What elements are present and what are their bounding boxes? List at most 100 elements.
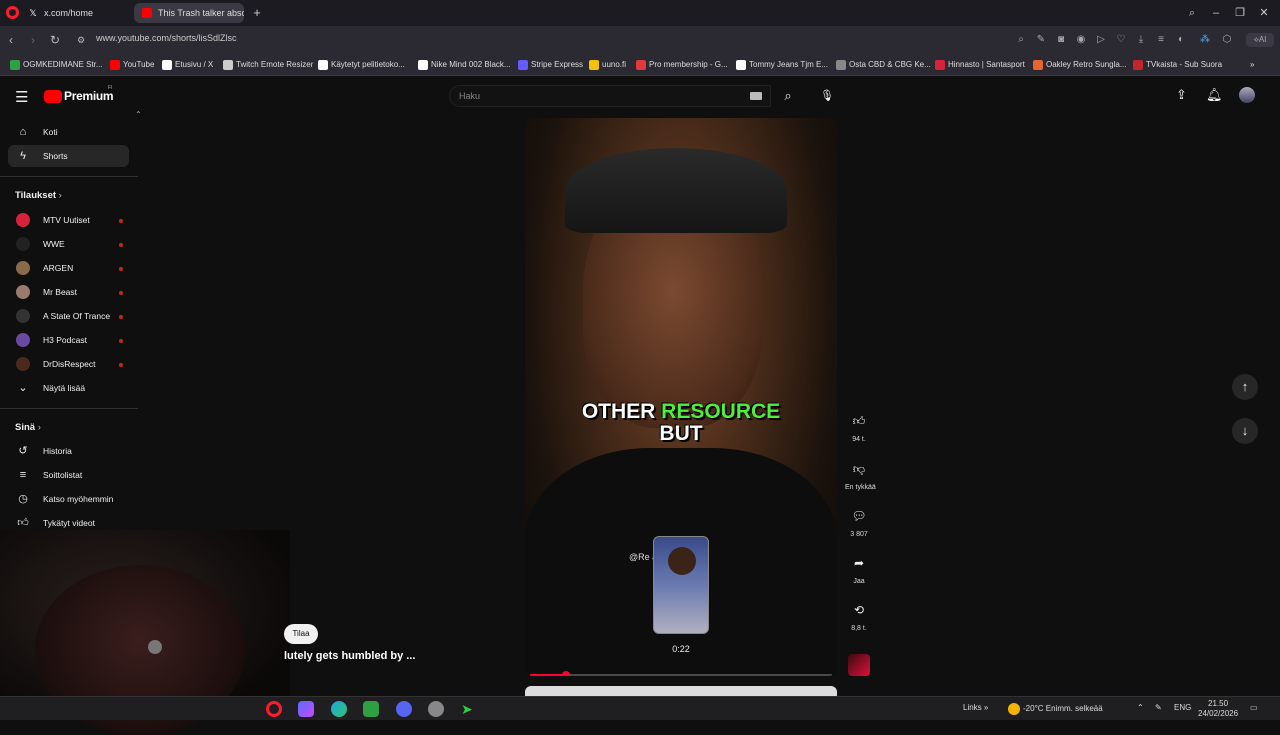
cube-icon[interactable]: ⬡ <box>1220 33 1234 47</box>
bookmarks-overflow-icon[interactable]: » <box>1250 58 1254 72</box>
search-button[interactable]: ⌕ <box>772 85 804 107</box>
sidebar-item-label: Näytä lisää <box>43 383 86 393</box>
bookmark-item[interactable]: Stripe Express <box>518 58 583 72</box>
sidebar-item-subscription[interactable]: H3 Podcast <box>8 329 129 351</box>
bookmark-label: Etusivu / X <box>175 60 214 69</box>
camera-icon[interactable]: ◙ <box>1054 33 1068 47</box>
like-button[interactable]: 👍︎ 94 t. <box>845 408 873 443</box>
sound-thumbnail[interactable] <box>848 654 870 676</box>
progress-scrubber-handle[interactable] <box>562 671 571 676</box>
comments-button[interactable]: 💬︎ 3 807 <box>845 503 873 538</box>
app-taskbar-icon[interactable]: ➤ <box>461 701 477 717</box>
play-icon[interactable]: ▷ <box>1094 33 1108 47</box>
clock[interactable]: 21.50 24/02/2026 <box>1198 699 1238 719</box>
forward-button[interactable]: › <box>24 31 42 49</box>
edge-taskbar-icon[interactable] <box>331 701 347 717</box>
sidebar-item-watch-later[interactable]: ◷ Katso myöhemmin <box>8 488 129 510</box>
sidebar-item-playlists[interactable]: ≡ Soittolistat <box>8 464 129 486</box>
bookmark-item[interactable]: Nike Mind 002 Black... <box>418 58 511 72</box>
bookmark-icon <box>223 60 233 70</box>
avatar[interactable] <box>1239 87 1255 103</box>
opera-taskbar-icon[interactable] <box>266 701 282 717</box>
ai-icon[interactable]: ⟡AI <box>1246 33 1274 47</box>
voice-search-button[interactable]: 🎙︎ <box>816 85 838 107</box>
language-indicator[interactable]: ENG <box>1174 703 1191 712</box>
tab-youtube-short[interactable]: This Trash talker absolu <box>134 3 244 23</box>
minimize-button[interactable]: – <box>1207 4 1225 22</box>
edit-icon[interactable]: ✎ <box>1034 33 1048 47</box>
you-header[interactable]: Sinä › <box>15 422 41 433</box>
discord-taskbar-icon[interactable] <box>396 701 412 717</box>
back-button[interactable]: ‹ <box>2 31 20 49</box>
remix-button[interactable]: ⟲ 8,8 t. <box>845 597 873 632</box>
bookmark-icon <box>10 60 20 70</box>
remix-count: 8,8 t. <box>851 625 867 632</box>
bookmark-item[interactable]: Käytetyt pelitietoko... <box>318 58 405 72</box>
search-input[interactable]: Haku <box>449 85 771 107</box>
tray-overflow-icon[interactable]: ⌃ <box>1137 703 1144 712</box>
sidebar-item-subscription[interactable]: A State Of Trance <box>8 305 129 327</box>
subscribe-button[interactable]: Tilaa <box>284 624 318 644</box>
weather-text: -20°C Enimm. selkeää <box>1023 704 1103 714</box>
bookmark-icon <box>1033 60 1043 70</box>
sidebar-item-subscription[interactable]: Mr Beast <box>8 281 129 303</box>
upload-icon[interactable]: ⇪ <box>1176 87 1187 103</box>
notifications-bell-icon[interactable]: 🔔︎ <box>1206 87 1223 103</box>
links-toolbar[interactable]: Links » <box>963 703 988 712</box>
weather-widget[interactable]: -20°C Enimm. selkeää <box>1008 703 1103 715</box>
previous-short-button[interactable]: ↑ <box>1232 374 1258 400</box>
sidebar-item-subscription[interactable]: WWE <box>8 233 129 255</box>
vpn-icon[interactable]: ◉ <box>1074 33 1088 47</box>
menu-icon[interactable]: ≡ <box>1154 33 1168 47</box>
tab-x-home[interactable]: 𝕏 x.com/home <box>20 3 130 23</box>
bookmark-item[interactable]: YouTube <box>110 58 154 72</box>
bookmark-label: Oakley Retro Sungla... <box>1046 60 1127 69</box>
home-icon: ⌂ <box>19 126 27 138</box>
sidebar-item-subscription[interactable]: MTV Uutiset <box>8 209 129 231</box>
heart-icon[interactable]: ♡ <box>1114 33 1128 47</box>
sidebar-item-subscription[interactable]: DrDisRespect <box>8 353 129 375</box>
sidebar-item-label: Shorts <box>43 151 68 161</box>
sidebar-collapse-icon[interactable]: ⌃ <box>135 110 142 119</box>
maximize-button[interactable]: ❐ <box>1231 4 1249 22</box>
bookmark-item[interactable]: Tommy Jeans Tjm E... <box>736 58 828 72</box>
account-icon[interactable]: ◐ <box>1174 33 1188 47</box>
bookmark-item[interactable]: OGMKEDIMANE Str... <box>10 58 103 72</box>
new-tab-button[interactable]: + <box>248 4 266 22</box>
bookmark-icon <box>589 60 599 70</box>
bookmark-item[interactable]: Etusivu / X <box>162 58 213 72</box>
download-icon[interactable]: ⤓ <box>1134 33 1148 47</box>
share-button[interactable]: ➦ Jaa <box>845 550 873 585</box>
bookmark-item[interactable]: uuno.fi <box>589 58 626 72</box>
url-field[interactable]: www.youtube.com/shorts/lisSdlZlsc <box>96 33 237 43</box>
site-info-icon[interactable]: ⚙ <box>72 31 90 49</box>
sidebar-item-history[interactable]: ↺ Historia <box>8 440 129 462</box>
bookmark-item[interactable]: Hinnasto | Santasport <box>935 58 1025 72</box>
progress-bar[interactable] <box>530 671 832 676</box>
sidebar-item-subscription[interactable]: ARGEN <box>8 257 129 279</box>
pen-icon[interactable]: ✎ <box>1155 703 1162 712</box>
search-icon[interactable]: ⌕ <box>1014 33 1028 47</box>
bookmark-item[interactable]: Twitch Emote Resizer <box>223 58 313 72</box>
keyboard-icon[interactable] <box>750 92 762 100</box>
opera-logo-icon[interactable] <box>6 6 19 19</box>
notifications-icon[interactable]: ▭ <box>1250 703 1258 712</box>
bookmark-item[interactable]: TVkaista - Sub Suora <box>1133 58 1222 72</box>
bookmark-item[interactable]: Pro membership - G... <box>636 58 728 72</box>
extension-icon[interactable]: ⁂ <box>1198 33 1212 47</box>
close-window-button[interactable]: ✕ <box>1255 4 1273 22</box>
app-taskbar-icon[interactable] <box>363 701 379 717</box>
bookmark-item[interactable]: Oakley Retro Sungla... <box>1033 58 1126 72</box>
subscriptions-header[interactable]: Tilaukset › <box>15 190 62 201</box>
sidebar-item-shorts[interactable]: ϟ Shorts <box>8 145 129 167</box>
show-more-button[interactable]: ⌄ Näytä lisää <box>8 377 129 399</box>
sidebar-item-home[interactable]: ⌂ Koti <box>8 121 129 143</box>
dislike-button[interactable]: 👎︎ En tykkää <box>845 456 876 491</box>
search-tabs-icon[interactable]: ⌕ <box>1183 4 1201 22</box>
app-taskbar-icon[interactable] <box>298 701 314 717</box>
next-short-button[interactable]: ↓ <box>1232 418 1258 444</box>
short-video-player[interactable]: OTHER RESOURCE BUT @Re ality 0:22 <box>525 118 837 676</box>
reload-button[interactable]: ↻ <box>46 31 64 49</box>
app-taskbar-icon[interactable] <box>428 701 444 717</box>
bookmark-item[interactable]: Osta CBD & CBG Ke... <box>836 58 931 72</box>
